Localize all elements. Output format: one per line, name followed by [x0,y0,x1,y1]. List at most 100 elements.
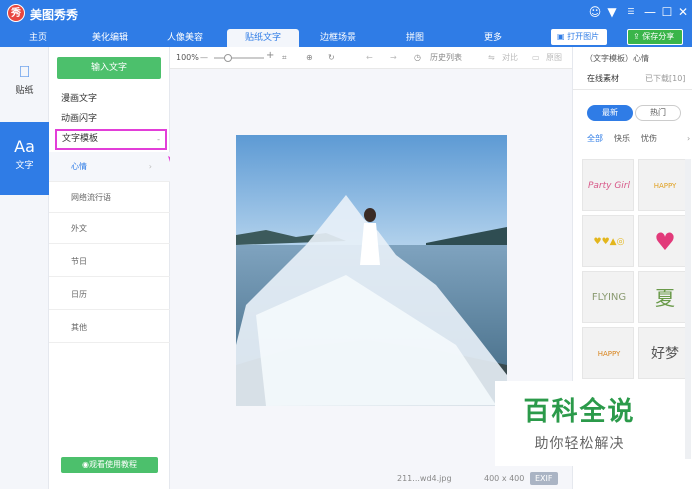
exif-button[interactable]: EXIF [530,472,558,485]
filter-hot[interactable]: 热门 [635,105,681,121]
chat-icon[interactable]: ☺ [586,4,604,20]
collapse-icon: - [157,135,160,144]
tab-collage[interactable]: 拼图 [390,29,440,47]
sticker-label: ♥ [654,228,676,256]
text-icon: Aa [14,137,35,156]
zoom-in-button[interactable]: + [266,50,274,62]
main-tabs: 主页 美化编辑 人像美容 贴纸文字 边框场景 拼图 更多 ▣ 打开图片 ⇪ 保存… [0,27,692,47]
history-icon[interactable]: ◷ [414,52,421,64]
nav-text[interactable]: Aa 文字 [0,122,49,195]
rotate-icon[interactable]: ↻ [328,52,335,64]
canvas-toolbar: 100% — + ⌗ ⊕ ↻ ← → ◷ 历史列表 ⇋ 对比 ▭ 原图 [170,47,572,69]
open-image-button[interactable]: ▣ 打开图片 [551,29,607,45]
tab-frame[interactable]: 边框场景 [308,29,368,47]
nav-sticker[interactable]: ⎕ 贴纸 [0,47,49,120]
undo-icon[interactable]: ← [366,52,373,64]
file-name: 211...wd4.jpg [397,474,452,483]
tab-home[interactable]: 主页 [10,29,66,47]
sub-item-other[interactable]: 其他 [49,313,170,343]
sticker-label: FLYING [591,292,627,303]
left-nav: ⎕ 贴纸 Aa 文字 [0,47,49,489]
filter-newest[interactable]: 最新 [587,105,633,121]
app-name: 美图秀秀 [30,8,79,22]
sticker-thumb[interactable]: HAPPY [638,159,690,211]
sticker-thumb[interactable]: ♥♥▲◎ [582,215,634,267]
sticker-label: HAPPY [597,350,621,358]
sticker-label: ♥♥▲◎ [593,237,625,247]
menu-text-template[interactable]: 文字模板 - [55,129,167,150]
sticker-thumb[interactable]: 好梦 [638,327,690,379]
history-list-button[interactable]: 历史列表 [430,52,462,64]
wedding-photo [236,135,507,406]
nav-text-label: 文字 [15,161,34,171]
category-all[interactable]: 全部 [587,133,603,145]
tutorial-button[interactable]: ◉观看使用教程 [61,457,158,473]
nav-sticker-label: 贴纸 [15,86,34,96]
category-sad[interactable]: 忧伤 [641,133,657,145]
redo-icon[interactable]: → [390,52,397,64]
save-share-button[interactable]: ⇪ 保存分享 [627,29,683,45]
magnify-icon[interactable]: ⊕ [306,52,313,64]
watermark: 百科全说 助你轻松解决 [495,381,664,466]
material-panel-title: （文字模板）心情 [585,54,649,63]
sub-item-mood[interactable]: 心情 › [49,152,170,182]
original-icon[interactable]: ▭ [532,52,540,64]
image-size: 400 x 400 [484,474,525,483]
category-happy[interactable]: 快乐 [614,133,630,145]
compare-button[interactable]: 对比 [502,52,518,64]
tab-more[interactable]: 更多 [468,29,518,47]
title-bar: 秀 美图秀秀 ☺ ▼ ☰ — ☐ ✕ [0,0,692,27]
scrollbar[interactable] [685,159,691,459]
watermark-subtitle: 助你轻松解决 [534,436,625,452]
sticker-label: 好梦 [651,346,679,362]
image-icon: ▣ [557,32,568,41]
zoom-slider-handle[interactable] [224,54,232,62]
sub-item-internet-slang[interactable]: 网络流行语 [49,183,170,213]
bride-head [364,208,376,222]
sub-item-label: 心情 [71,162,87,171]
tab-beautify[interactable]: 美化编辑 [80,29,140,47]
tab-downloaded[interactable]: 已下载[10] [645,72,685,86]
menu-text-template-label: 文字模板 [62,134,99,144]
app-window: 秀 美图秀秀 ☺ ▼ ☰ — ☐ ✕ 主页 美化编辑 人像美容 贴纸文字 边框场… [0,0,692,489]
menu-animated-text[interactable]: 动画闪字 [61,110,97,128]
sticker-label: 夏 [655,286,675,310]
input-text-button[interactable]: 输入文字 [57,57,161,79]
export-icon: ⇪ [633,32,643,41]
compare-icon[interactable]: ⇋ [488,52,495,64]
zoom-out-button[interactable]: — [200,52,208,64]
text-panel: 输入文字 漫画文字 动画闪字 文字模板 - 心情 › 网络流行语 外文 节日 日… [49,47,170,489]
menu-comic-text[interactable]: 漫画文字 [61,90,97,108]
app-logo: 秀 [7,4,25,22]
open-image-label: 打开图片 [567,32,600,41]
dropdown-icon[interactable]: ▼ [603,4,621,20]
sticker-thumb[interactable]: FLYING [582,271,634,323]
tab-online-material[interactable]: 在线素材 [587,72,619,86]
tab-portrait[interactable]: 人像美容 [155,29,215,47]
sub-item-foreign[interactable]: 外文 [49,214,170,244]
sub-item-holiday[interactable]: 节日 [49,247,170,277]
watermark-title: 百科全说 [523,397,636,427]
sticker-thumb[interactable]: ♥ [638,215,690,267]
sticker-label: HAPPY [653,182,677,190]
tab-sticker-text[interactable]: 贴纸文字 [227,29,299,47]
sticker-thumb[interactable]: HAPPY [582,327,634,379]
crop-icon[interactable]: ⌗ [282,52,287,64]
sticker-thumb[interactable]: Party Girl [582,159,634,211]
material-tabs: 在线素材 已下载[10] [573,68,692,90]
settings-dropdown-icon[interactable]: ☰ [622,4,640,20]
zoom-slider[interactable] [214,54,264,62]
sub-item-calendar[interactable]: 日历 [49,280,170,310]
original-button[interactable]: 原图 [546,52,562,64]
save-share-label: 保存分享 [642,32,675,41]
category-more-icon[interactable]: › [687,133,690,145]
photo-canvas[interactable] [236,135,507,406]
tutorial-label: 观看使用教程 [88,460,137,469]
minimize-button[interactable]: — [641,4,659,20]
close-button[interactable]: ✕ [674,4,692,20]
sticker-label: Party Girl [587,181,631,191]
bookmark-icon: ⎕ [19,62,30,81]
eye-icon: ◉ [82,460,89,469]
sticker-thumb[interactable]: 夏 [638,271,690,323]
zoom-level: 100% [176,53,199,62]
